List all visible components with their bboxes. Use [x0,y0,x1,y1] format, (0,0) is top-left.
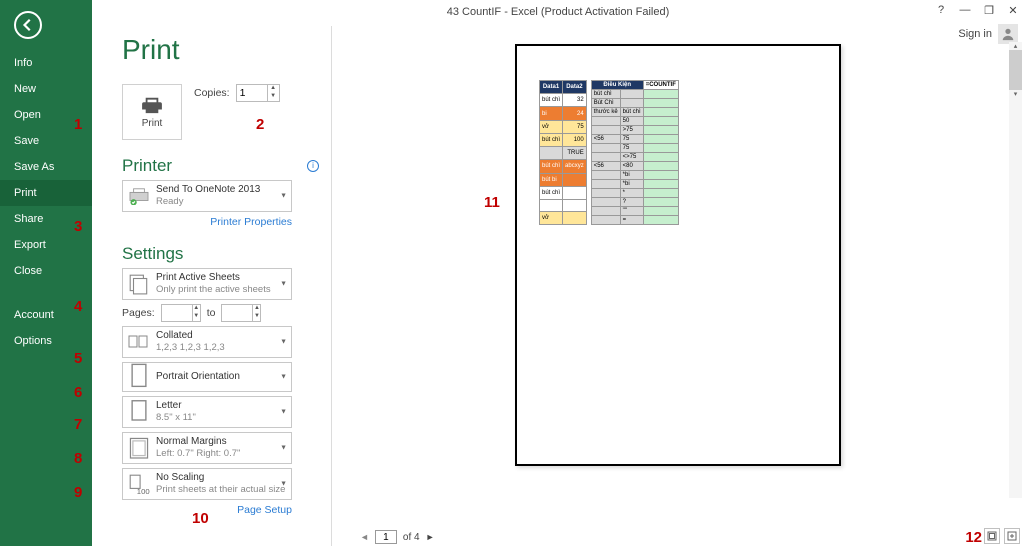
svg-text:100: 100 [137,487,150,495]
sidebar-item-saveas[interactable]: Save As [0,154,92,180]
page-of-label: of 4 [403,532,420,543]
sidebar-item-info[interactable]: Info [0,50,92,76]
paper-size-dropdown[interactable]: Letter8.5" x 11" ▼ [122,396,292,428]
margins-icon [128,437,150,459]
pages-to-spinner[interactable]: ▲▼ [221,304,261,322]
sidebar-item-print[interactable]: Print [0,180,92,206]
orientation-main: Portrait Orientation [156,371,286,383]
restore-icon[interactable]: ❐ [982,4,996,17]
backstage-sidebar: Info New Open Save Save As Print Share E… [0,0,92,546]
orientation-dropdown[interactable]: Portrait Orientation ▼ [122,362,292,392]
printer-status: Ready [156,196,286,208]
page-title: Print [122,34,331,66]
printer-icon [141,96,163,114]
printer-dropdown[interactable]: Send To OneNote 2013 Ready ▼ [122,180,292,212]
next-page-button[interactable]: ► [426,532,435,542]
sidebar-item-options[interactable]: Options [0,328,92,354]
margins-main: Normal Margins [156,436,286,448]
sidebar-item-new[interactable]: New [0,76,92,102]
spinner-up-icon[interactable]: ▲ [268,85,279,93]
help-icon[interactable]: ? [934,4,948,17]
sidebar-item-account[interactable]: Account [0,302,92,328]
copies-input[interactable] [237,85,267,101]
pages-to-input[interactable] [222,305,252,321]
scaling-main: No Scaling [156,472,286,484]
scaling-dropdown[interactable]: 100 No ScalingPrint sheets at their actu… [122,468,292,500]
chevron-down-icon: ▼ [280,339,287,346]
settings-heading: Settings [122,244,183,264]
chevron-down-icon: ▼ [280,193,287,200]
margins-dropdown[interactable]: Normal MarginsLeft: 0.7" Right: 0.7" ▼ [122,432,292,464]
page-setup-link[interactable]: Page Setup [122,504,292,516]
vertical-scrollbar[interactable] [1009,42,1022,498]
collate-icon [128,331,150,353]
sidebar-item-close[interactable]: Close [0,258,92,284]
printer-heading: Printer [122,156,172,176]
close-icon[interactable]: ✕ [1006,4,1020,17]
margins-sub: Left: 0.7" Right: 0.7" [156,448,286,460]
sidebar-item-save[interactable]: Save [0,128,92,154]
window-title: 43 CountIF - Excel (Product Activation F… [447,6,670,18]
portrait-icon [128,366,150,388]
pages-to-label: to [207,307,216,319]
prev-page-button[interactable]: ◄ [360,532,369,542]
annotation-12: 12 [965,529,982,546]
pages-label: Pages: [122,307,155,319]
printer-name: Send To OneNote 2013 [156,184,286,196]
pages-from-spinner[interactable]: ▲▼ [161,304,201,322]
print-settings-pane: Print Print Copies: ▲▼ Pr [92,26,332,546]
chevron-down-icon: ▼ [280,481,287,488]
print-preview-area: 11 Data1Data2bút chì32bi24vở75bút chì100… [332,26,1024,546]
sidebar-item-export[interactable]: Export [0,232,92,258]
preview-page: Data1Data2bút chì32bi24vở75bút chì100TRU… [515,44,841,466]
collate-sub: 1,2,3 1,2,3 1,2,3 [156,342,286,354]
scaling-icon: 100 [128,473,150,495]
scaling-sub: Print sheets at their actual size [156,484,286,496]
sidebar-item-open[interactable]: Open [0,102,92,128]
print-what-main: Print Active Sheets [156,272,286,284]
sidebar-item-share[interactable]: Share [0,206,92,232]
zoom-to-page-button[interactable] [1004,528,1020,544]
print-what-sub: Only print the active sheets [156,284,286,296]
chevron-down-icon: ▼ [280,445,287,452]
print-button[interactable]: Print [122,84,182,140]
sheets-icon [128,273,150,295]
print-button-label: Print [142,118,163,129]
page-icon [128,401,150,423]
minimize-icon[interactable]: — [958,4,972,17]
collate-main: Collated [156,330,286,342]
paper-sub: 8.5" x 11" [156,412,286,424]
show-margins-button[interactable] [984,528,1000,544]
printer-info-icon[interactable]: i [307,160,319,172]
printer-device-icon [128,185,150,207]
print-what-dropdown[interactable]: Print Active SheetsOnly print the active… [122,268,292,300]
spinner-down-icon[interactable]: ▼ [268,93,279,101]
page-number-input[interactable] [375,530,397,544]
paper-main: Letter [156,400,286,412]
collate-dropdown[interactable]: Collated1,2,3 1,2,3 1,2,3 ▼ [122,326,292,358]
printer-properties-link[interactable]: Printer Properties [122,216,292,228]
pages-from-input[interactable] [162,305,192,321]
chevron-down-icon: ▼ [280,409,287,416]
copies-spinner[interactable]: ▲▼ [236,84,280,102]
back-button[interactable] [14,11,42,39]
chevron-down-icon: ▼ [280,374,287,381]
titlebar: 43 CountIF - Excel (Product Activation F… [92,0,1024,26]
copies-label: Copies: [194,87,230,99]
chevron-down-icon: ▼ [280,281,287,288]
